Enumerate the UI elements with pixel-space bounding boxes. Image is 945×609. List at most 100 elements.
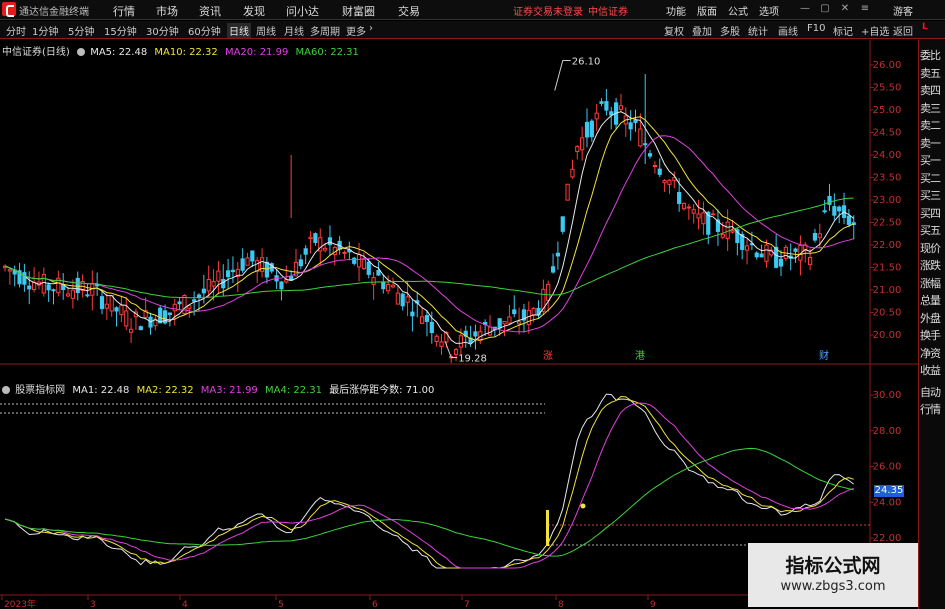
menu-market[interactable]: 市场 (156, 3, 178, 19)
signal-bar (546, 510, 549, 546)
tool-mark[interactable]: 标记 (833, 23, 853, 38)
candle-body (560, 216, 565, 232)
menu-layout[interactable]: 版面 (697, 3, 717, 18)
menu-options[interactable]: 选项 (759, 3, 779, 18)
period-30min[interactable]: 30分钟 (146, 23, 179, 38)
side-item-net-assets[interactable]: 净资 (920, 346, 945, 361)
candle-body (327, 237, 333, 246)
period-5min[interactable]: 5分钟 (68, 23, 94, 38)
candle-body (633, 119, 638, 123)
candle-body (172, 303, 177, 312)
candle-body (473, 331, 478, 337)
menu-formula[interactable]: 公式 (728, 3, 748, 18)
side-item-sell-2[interactable]: 卖二 (920, 118, 945, 133)
close-window-icon[interactable]: ✕ (840, 4, 850, 14)
side-item-volume[interactable]: 总量 (920, 293, 945, 308)
period-daily[interactable]: 日线 (227, 23, 251, 38)
candle-body (846, 215, 851, 225)
broker-name: 中信证券 (588, 7, 628, 18)
side-item-buy-5[interactable]: 买五 (920, 223, 945, 238)
menu-discover[interactable]: 发现 (243, 3, 265, 19)
menu-news[interactable]: 资讯 (199, 3, 221, 19)
menu-function[interactable]: 功能 (666, 3, 686, 18)
settings-circle-icon[interactable] (77, 48, 85, 56)
side-item-sell-5[interactable]: 卖五 (920, 66, 945, 81)
side-item-change[interactable]: 涨跌 (920, 258, 945, 273)
side-item-buy-4[interactable]: 买四 (920, 206, 945, 221)
side-item-turnover[interactable]: 换手 (920, 328, 945, 343)
candle-body (99, 296, 105, 310)
candle-body (245, 257, 250, 266)
candle-body (124, 310, 129, 327)
indicator-settings-icon[interactable] (2, 386, 10, 394)
candle-body (439, 341, 444, 347)
period-more[interactable]: 更多 (346, 23, 366, 38)
candle-body (226, 270, 231, 278)
minimize-icon[interactable]: — (800, 4, 810, 14)
watermark: 指标公式网 www.zbgs3.com (748, 543, 918, 607)
time-tick-label: 4 (182, 600, 188, 609)
side-item-sell-1[interactable]: 卖一 (920, 136, 945, 151)
candle-body (434, 335, 439, 342)
candle-body (827, 195, 832, 205)
side-item-auto[interactable]: 自动 (920, 385, 945, 400)
period-15min[interactable]: 15分钟 (104, 23, 137, 38)
side-item-earnings[interactable]: 收益 (920, 363, 945, 378)
menu-ask[interactable]: 问小达 (286, 3, 319, 19)
indicator-title[interactable]: 股票指标网 (15, 385, 65, 396)
candle-body (531, 307, 536, 316)
guest-user[interactable]: 游客 (893, 3, 913, 18)
period-weekly[interactable]: 周线 (256, 23, 276, 38)
candle-body (255, 260, 260, 272)
candle-body (104, 303, 109, 309)
tool-draw[interactable]: 画线 (778, 23, 798, 38)
side-item-wei-bi[interactable]: 委比 (920, 48, 945, 63)
tool-overlay[interactable]: 叠加 (692, 23, 712, 38)
time-tick-label: 7 (464, 600, 470, 609)
side-item-quotes[interactable]: 行情 (920, 402, 945, 417)
period-monthly[interactable]: 月线 (284, 23, 304, 38)
legend-ma4: MA4: 22.31 (264, 385, 322, 396)
period-multi[interactable]: 多周期 (310, 23, 340, 38)
price-tick-label: 22.00 (873, 240, 902, 251)
indicator-tick-label: 26.00 (873, 462, 902, 473)
side-item-sell-3[interactable]: 卖三 (920, 101, 945, 116)
stock-title[interactable]: 中信证券(日线) (2, 47, 70, 58)
side-item-buy-1[interactable]: 买一 (920, 153, 945, 168)
menu-wealth-circle[interactable]: 财富圈 (342, 3, 375, 19)
login-warning[interactable]: 证券交易未登录 (513, 3, 583, 18)
side-item-outer-volume[interactable]: 外盘 (920, 311, 945, 326)
tool-f10[interactable]: F10 (807, 23, 825, 34)
candle-body (599, 101, 604, 104)
candle-body (51, 289, 56, 292)
candle-body (764, 244, 769, 262)
menu-market-quotes[interactable]: 行情 (113, 3, 135, 19)
side-item-change-pct[interactable]: 涨幅 (920, 276, 945, 291)
candle-body (221, 279, 226, 289)
price-tick-label: 26.00 (873, 60, 902, 71)
candle-body (507, 316, 512, 324)
candle-body (744, 245, 750, 251)
period-60min[interactable]: 60分钟 (188, 23, 221, 38)
tool-stats[interactable]: 统计 (748, 23, 768, 38)
period-1min[interactable]: 1分钟 (32, 23, 58, 38)
side-item-buy-2[interactable]: 买二 (920, 171, 945, 186)
tool-back[interactable]: 返回 (893, 23, 913, 38)
menu-trade[interactable]: 交易 (398, 3, 420, 19)
kline-chart[interactable]: 26.00 25.50 25.00 24.50 24.00 23.50 23.00 22.50… (0, 40, 918, 609)
period-intraday[interactable]: 分时 (6, 23, 26, 38)
menu-toggle-icon[interactable]: ≡ (860, 4, 870, 14)
tool-multi-stock[interactable]: 多股 (720, 23, 740, 38)
tool-adjust[interactable]: 复权 (664, 23, 684, 38)
side-item-last-price[interactable]: 现价 (920, 241, 945, 256)
side-item-sell-4[interactable]: 卖四 (920, 83, 945, 98)
restore-icon[interactable]: ▢ (820, 4, 830, 14)
candle-body (308, 236, 313, 240)
candle-body (211, 280, 216, 287)
period-more-arrow-icon[interactable]: › (369, 23, 373, 34)
candle-body (691, 209, 696, 214)
side-item-buy-3[interactable]: 买三 (920, 188, 945, 203)
tool-add-watchlist[interactable]: +自选 (861, 23, 889, 38)
candle-body (65, 293, 71, 297)
candle-body (609, 111, 614, 116)
